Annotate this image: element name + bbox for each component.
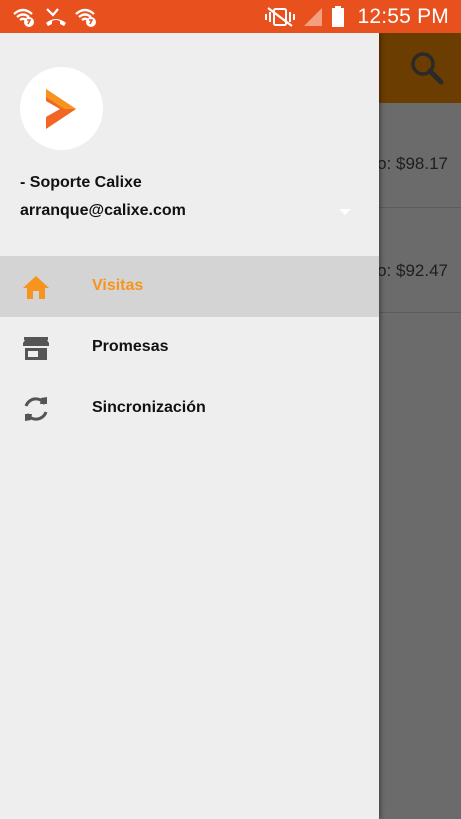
battery-icon	[331, 6, 345, 33]
wifi-call-icon	[12, 6, 36, 33]
vibrate-mute-icon	[264, 6, 296, 33]
list-item-amount: o: $98.17	[377, 154, 448, 173]
chevron-down-icon[interactable]	[337, 204, 353, 215]
signal-icon	[302, 6, 324, 33]
drawer-menu: Visitas Promesas Sincronización	[0, 256, 379, 439]
user-name: - Soporte Calixe	[20, 174, 142, 191]
avatar	[20, 67, 103, 150]
menu-item-label: Promesas	[92, 338, 169, 355]
navigation-drawer: - Soporte Calixe arranque@calixe.com Vis…	[0, 33, 379, 819]
calixe-logo-icon	[46, 89, 76, 129]
user-email: arranque@calixe.com	[20, 202, 186, 219]
missed-call-icon	[44, 6, 68, 33]
menu-item-visitas[interactable]: Visitas	[0, 256, 379, 317]
menu-item-label: Visitas	[92, 277, 144, 294]
list-item-amount: o: $92.47	[377, 261, 448, 280]
menu-item-promesas[interactable]: Promesas	[0, 317, 379, 378]
sync-icon	[20, 393, 52, 425]
store-icon	[20, 332, 52, 364]
menu-item-label: Sincronización	[92, 399, 206, 416]
home-icon	[20, 271, 52, 303]
menu-item-sincronizacion[interactable]: Sincronización	[0, 378, 379, 439]
status-bar: 12:55 PM	[0, 0, 461, 33]
wifi-call-icon	[74, 6, 98, 33]
search-icon[interactable]	[409, 50, 445, 86]
status-time: 12:55 PM	[357, 5, 449, 28]
